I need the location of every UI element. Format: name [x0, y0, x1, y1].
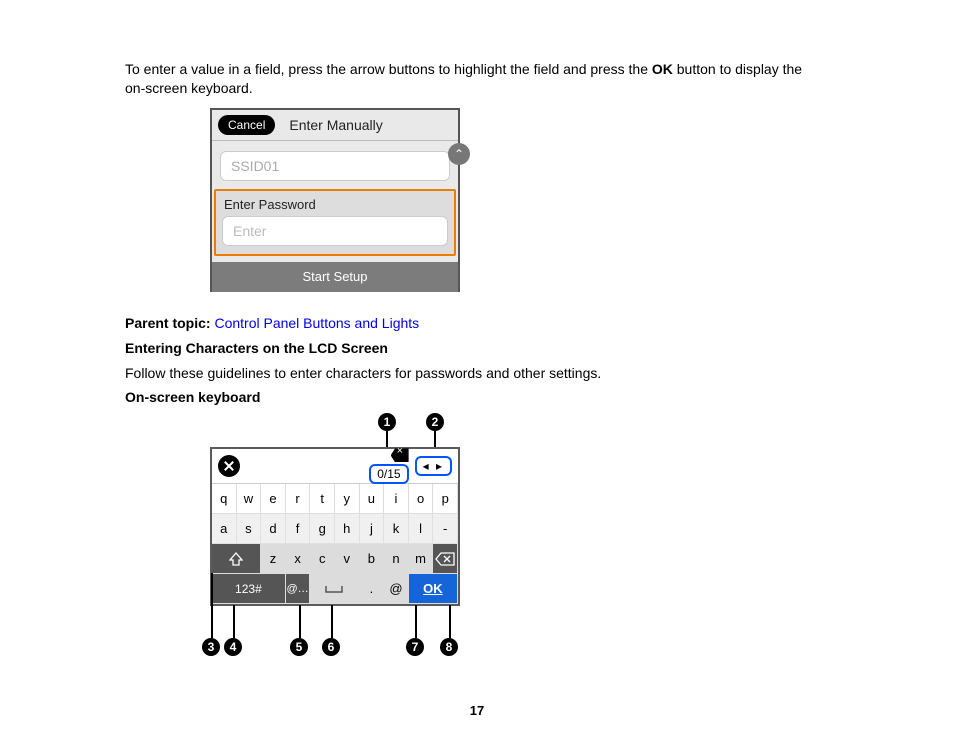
keyboard-row-2: a s d f g h j k l -: [212, 514, 458, 544]
key-n[interactable]: n: [384, 544, 409, 574]
dot-key[interactable]: .: [360, 574, 385, 604]
intro-paragraph: To enter a value in a field, press the a…: [125, 60, 825, 98]
key-p[interactable]: p: [433, 484, 458, 514]
key-h[interactable]: h: [335, 514, 360, 544]
callout-4: 4: [224, 638, 242, 656]
parent-topic-link[interactable]: Control Panel Buttons and Lights: [214, 315, 419, 331]
key-m[interactable]: m: [409, 544, 434, 574]
ok-key[interactable]: OK: [409, 574, 458, 604]
mode-key[interactable]: 123#: [212, 574, 286, 604]
password-field[interactable]: Enter: [222, 216, 448, 246]
key-d[interactable]: d: [261, 514, 286, 544]
key-z[interactable]: z: [261, 544, 286, 574]
key-r[interactable]: r: [286, 484, 311, 514]
key-g[interactable]: g: [310, 514, 335, 544]
key-t[interactable]: t: [310, 484, 335, 514]
callout-8: 8: [440, 638, 458, 656]
scroll-up-icon[interactable]: ⌃: [448, 143, 470, 165]
key-e[interactable]: e: [261, 484, 286, 514]
at-ellipsis-key[interactable]: @…: [286, 574, 311, 604]
callout-6: 6: [322, 638, 340, 656]
keyboard-row-4: 123# @… . @ OK: [212, 574, 458, 604]
key-s[interactable]: s: [237, 514, 262, 544]
key-dash[interactable]: -: [433, 514, 458, 544]
callout-5: 5: [290, 638, 308, 656]
backspace-key[interactable]: [433, 544, 458, 574]
key-u[interactable]: u: [360, 484, 385, 514]
section-intro: Follow these guidelines to enter charact…: [125, 364, 825, 383]
key-o[interactable]: o: [409, 484, 434, 514]
callout-3: 3: [202, 638, 220, 656]
lcd-enter-manually: Cancel Enter Manually ⌃ SSID01 Enter Pas…: [210, 108, 460, 292]
shift-key[interactable]: [212, 544, 261, 574]
cursor-arrows[interactable]: ◂ ▸: [415, 456, 452, 476]
page-number: 17: [0, 703, 954, 718]
keyboard-row-3: z x c v b n m: [212, 544, 458, 574]
space-key[interactable]: [310, 574, 359, 604]
close-icon[interactable]: [218, 455, 240, 477]
lcd-title: Enter Manually: [289, 117, 382, 133]
key-b[interactable]: b: [360, 544, 385, 574]
keyboard-figure: 1 2 0/15 ◂ ▸ q w e r t y u i: [210, 413, 490, 673]
mini-backspace-icon[interactable]: [391, 448, 409, 462]
key-x[interactable]: x: [286, 544, 311, 574]
kb-heading: On-screen keyboard: [125, 388, 825, 407]
key-j[interactable]: j: [360, 514, 385, 544]
parent-topic-label: Parent topic:: [125, 315, 211, 331]
at-key[interactable]: @: [384, 574, 409, 604]
shift-icon: [229, 552, 243, 566]
char-counter: 0/15: [369, 464, 408, 484]
key-l[interactable]: l: [409, 514, 434, 544]
space-icon: [324, 584, 344, 594]
password-label: Enter Password: [224, 197, 448, 212]
keyboard-row-1: q w e r t y u i o p: [212, 484, 458, 514]
key-y[interactable]: y: [335, 484, 360, 514]
callout-7: 7: [406, 638, 424, 656]
key-q[interactable]: q: [212, 484, 237, 514]
ssid-field[interactable]: SSID01: [220, 151, 450, 181]
intro-ok-bold: OK: [652, 61, 673, 77]
key-k[interactable]: k: [384, 514, 409, 544]
callout-2: 2: [426, 413, 444, 431]
backspace-icon: [435, 552, 455, 566]
key-a[interactable]: a: [212, 514, 237, 544]
key-v[interactable]: v: [335, 544, 360, 574]
key-i[interactable]: i: [384, 484, 409, 514]
password-section-highlighted: Enter Password Enter: [214, 189, 456, 256]
key-w[interactable]: w: [237, 484, 262, 514]
key-f[interactable]: f: [286, 514, 311, 544]
cancel-button[interactable]: Cancel: [218, 115, 275, 135]
section-heading: Entering Characters on the LCD Screen: [125, 339, 825, 358]
intro-text-1: To enter a value in a field, press the a…: [125, 61, 652, 77]
key-c[interactable]: c: [310, 544, 335, 574]
callout-1: 1: [378, 413, 396, 431]
start-setup-button[interactable]: Start Setup: [212, 262, 458, 292]
